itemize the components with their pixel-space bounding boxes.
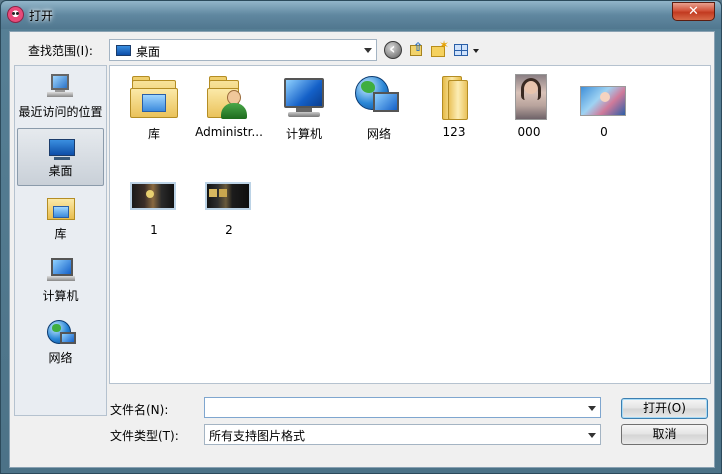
chevron-down-icon[interactable]: [588, 433, 596, 438]
file-item-folder-123[interactable]: 123: [414, 70, 494, 144]
title-bar[interactable]: 打开 ✕: [1, 1, 721, 29]
file-item-image-1[interactable]: 1: [114, 168, 194, 242]
cancel-button[interactable]: 取消: [621, 424, 708, 445]
close-button[interactable]: ✕: [672, 2, 715, 21]
file-name: 123: [442, 125, 466, 139]
file-name: 库: [147, 127, 160, 141]
view-menu-icon[interactable]: [453, 41, 483, 59]
dialog-body: 查找范围(I): 桌面 ⇧ ✶ 最近访问的位置: [9, 31, 715, 468]
up-folder-icon[interactable]: ⇧: [407, 40, 425, 59]
file-item-image-2[interactable]: 2: [189, 168, 269, 242]
file-name: 000: [517, 125, 541, 139]
file-name: 0: [600, 125, 608, 139]
file-list[interactable]: 库 Administr... 计算机 网络 123 000 0 1 2: [109, 65, 711, 384]
file-name: 2: [225, 223, 233, 237]
libraries-icon: [128, 74, 180, 122]
desktop-icon: [46, 133, 78, 161]
image-thumbnail-icon: [578, 74, 630, 122]
app-icon: [7, 6, 24, 23]
file-item-network[interactable]: 网络: [339, 70, 419, 144]
place-computer[interactable]: 计算机: [17, 252, 104, 310]
back-icon[interactable]: [384, 39, 402, 59]
folder-icon: [428, 74, 480, 122]
place-desktop[interactable]: 桌面: [17, 128, 104, 186]
file-item-image-0[interactable]: 0: [564, 70, 644, 144]
file-item-libraries[interactable]: 库: [114, 70, 194, 144]
file-name: Administr...: [195, 125, 263, 139]
place-network[interactable]: 网络: [17, 314, 104, 372]
open-button[interactable]: 打开(O): [621, 398, 708, 419]
network-icon: [353, 74, 405, 122]
place-label: 网络: [48, 351, 73, 365]
computer-icon: [278, 74, 330, 122]
image-thumbnail-icon: [203, 172, 255, 220]
place-label: 最近访问的位置: [18, 105, 103, 119]
file-name: 计算机: [285, 127, 322, 141]
chevron-down-icon[interactable]: [588, 406, 596, 411]
places-bar: 最近访问的位置 桌面 库 计算机 网络: [14, 65, 107, 416]
recent-places-icon: [45, 72, 77, 100]
look-in-dropdown[interactable]: 桌面: [109, 39, 377, 61]
file-type-dropdown[interactable]: 所有支持图片格式: [204, 424, 601, 445]
file-name-label: 文件名(N):: [110, 403, 169, 417]
desktop-icon: [116, 45, 131, 56]
place-label: 库: [54, 227, 67, 241]
image-thumbnail-icon: [503, 74, 555, 122]
file-name: 1: [150, 223, 158, 237]
place-recent[interactable]: 最近访问的位置: [17, 68, 104, 126]
file-type-label: 文件类型(T):: [110, 429, 179, 443]
user-folder-icon: [203, 74, 255, 122]
look-in-value: 桌面: [136, 45, 161, 59]
look-in-label: 查找范围(I):: [28, 44, 93, 58]
chevron-down-icon[interactable]: [364, 48, 372, 53]
place-label: 桌面: [48, 164, 73, 178]
file-name-input[interactable]: [204, 397, 601, 418]
file-item-administrator[interactable]: Administr...: [189, 70, 269, 144]
libraries-icon: [45, 194, 77, 222]
place-libraries[interactable]: 库: [17, 190, 104, 248]
file-type-value: 所有支持图片格式: [209, 429, 306, 443]
network-icon: [45, 318, 77, 346]
file-item-image-000[interactable]: 000: [489, 70, 569, 144]
computer-icon: [45, 256, 77, 284]
file-item-computer[interactable]: 计算机: [264, 70, 344, 144]
file-name: 网络: [366, 127, 391, 141]
window-title: 打开: [29, 9, 54, 23]
new-folder-icon[interactable]: ✶: [430, 38, 449, 59]
place-label: 计算机: [42, 289, 79, 303]
image-thumbnail-icon: [128, 172, 180, 220]
open-dialog-window: 打开 ✕ 查找范围(I): 桌面 ⇧ ✶ 最近访问的位置: [0, 0, 722, 474]
